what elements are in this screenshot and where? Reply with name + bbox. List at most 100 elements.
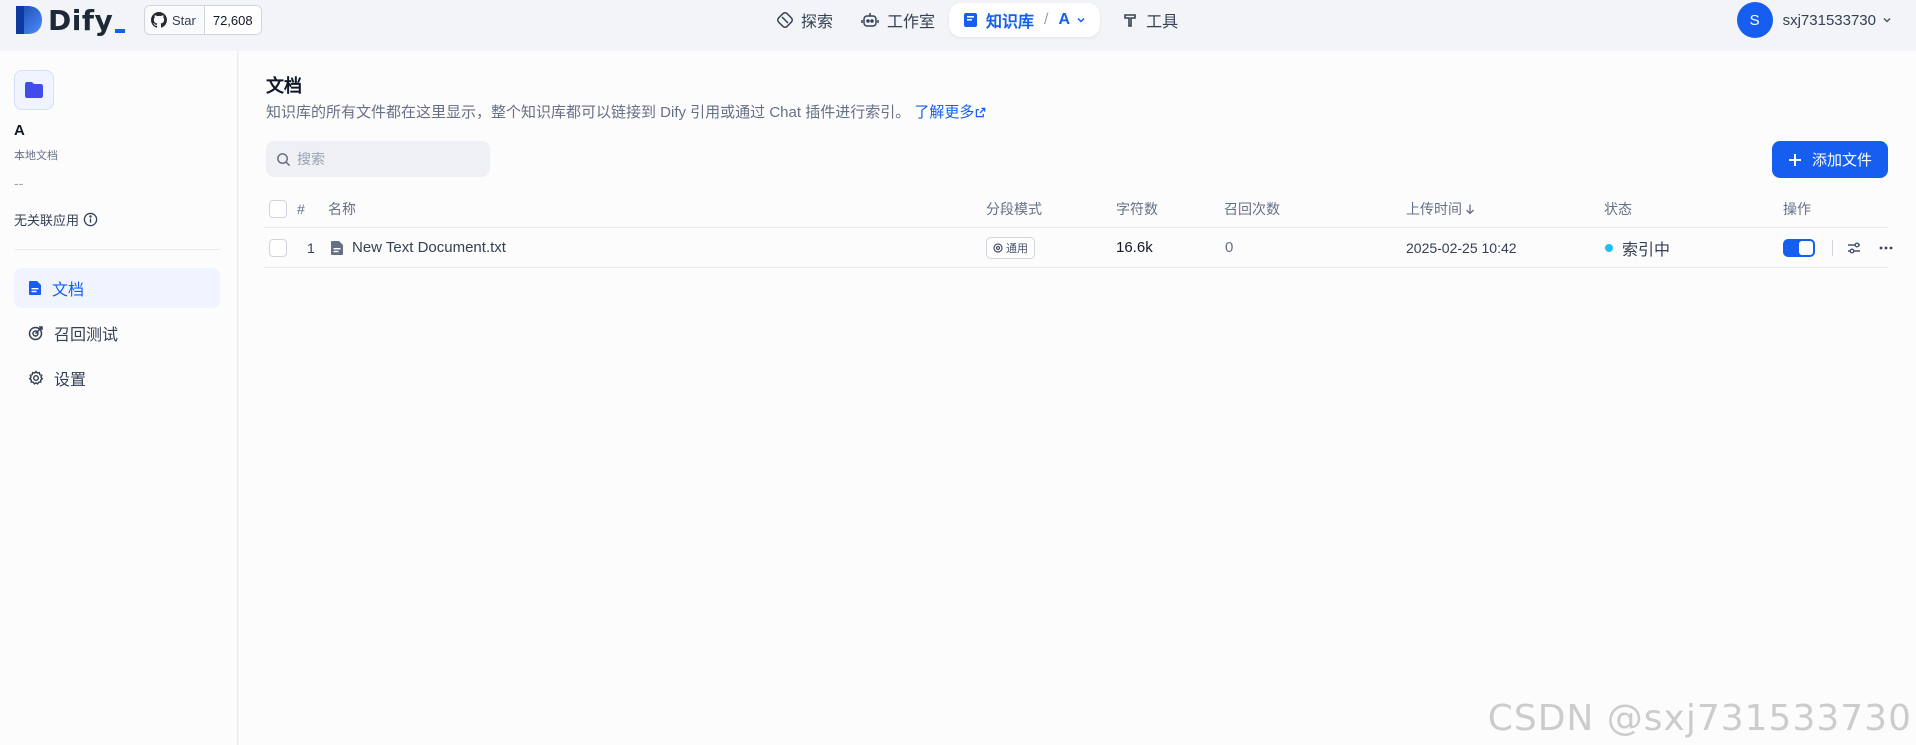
- nav-separator: /: [1044, 11, 1049, 28]
- status-badge: 索引中: [1622, 241, 1671, 259]
- status-indexing-dot: [1605, 243, 1613, 252]
- nav-tools-label: 工具: [1146, 14, 1179, 31]
- settings-sliders-icon[interactable]: [1846, 240, 1862, 256]
- page-title: 文档: [266, 76, 302, 96]
- dataset-name: A: [14, 122, 25, 139]
- nav-explore-label: 探索: [801, 14, 834, 31]
- add-file-button[interactable]: 添加文件: [1772, 141, 1888, 178]
- github-star-label-wrap[interactable]: Star: [145, 6, 205, 34]
- dataset-description: --: [14, 175, 24, 191]
- explore-icon: [777, 12, 793, 28]
- sort-down-icon[interactable]: [1464, 203, 1476, 215]
- sidebar-item-settings[interactable]: 设置: [14, 358, 220, 398]
- row-name-label: New Text Document.txt: [352, 239, 506, 256]
- actions-divider: [1832, 239, 1833, 256]
- documents-table: # 名称 分段模式 字符数 召回次数 上传时间 状态 操作 1 New Text…: [264, 191, 1893, 268]
- dify-logo[interactable]: Dify: [14, 3, 126, 37]
- segment-mode-badge: 通用: [986, 236, 1035, 259]
- select-all-checkbox[interactable]: [269, 200, 287, 218]
- github-star-button[interactable]: Star 72,608: [144, 5, 262, 35]
- col-status: 状态: [1604, 201, 1632, 217]
- text-file-icon: [331, 240, 343, 255]
- target-icon: [28, 326, 43, 341]
- search-icon: [277, 152, 291, 166]
- nav-explore[interactable]: 探索: [763, 3, 847, 37]
- github-icon: [151, 12, 167, 28]
- learn-more-label: 了解更多: [914, 104, 975, 121]
- sidebar: A 本地文档 -- 无关联应用 文档 召回测试 设置: [0, 51, 238, 745]
- col-uploaded-label: 上传时间: [1406, 201, 1462, 217]
- row-chars: 16.6k: [1116, 239, 1153, 256]
- chevron-down-icon[interactable]: [1076, 15, 1086, 25]
- learn-more-link[interactable]: 了解更多: [914, 104, 986, 121]
- page-description-text: 知识库的所有文件都在这里显示，整个知识库都可以链接到 Dify 引用或通过 Ch…: [266, 104, 911, 121]
- row-uploaded: 2025-02-25 10:42: [1406, 239, 1517, 256]
- book-icon: [964, 13, 978, 27]
- account-name[interactable]: sxj731533730: [1783, 12, 1876, 29]
- sidebar-item-label: 设置: [54, 372, 87, 389]
- plus-icon: [1788, 153, 1801, 166]
- col-uploaded[interactable]: 上传时间: [1406, 191, 1476, 227]
- dataset-type: 本地文档: [14, 150, 58, 162]
- logo-underscore: [115, 29, 126, 33]
- main-nav: 探索 工作室 知识库 / A 工具: [763, 3, 1192, 37]
- nav-knowledge-label: 知识库: [986, 14, 1035, 31]
- search-box[interactable]: [266, 141, 490, 177]
- row-mode: 通用: [986, 228, 1035, 267]
- gear-icon: [28, 370, 44, 385]
- linked-apps-label: 无关联应用: [14, 213, 80, 228]
- search-input[interactable]: [297, 151, 477, 167]
- page-description: 知识库的所有文件都在这里显示，整个知识库都可以链接到 Dify 引用或通过 Ch…: [266, 101, 986, 122]
- sidebar-item-label: 召回测试: [54, 327, 119, 344]
- row-hits: 0: [1225, 239, 1234, 256]
- table-header: # 名称 分段模式 字符数 召回次数 上传时间 状态 操作: [264, 191, 1888, 228]
- select-all-cell: [269, 191, 287, 227]
- document-icon: [29, 281, 41, 295]
- main-content: 文档 知识库的所有文件都在这里显示，整个知识库都可以链接到 Dify 引用或通过…: [239, 51, 1916, 745]
- linked-apps: 无关联应用: [14, 210, 98, 229]
- general-mode-icon: [993, 242, 1003, 253]
- avatar[interactable]: S: [1736, 2, 1773, 38]
- sidebar-item-label: 文档: [52, 282, 85, 299]
- col-hits: 召回次数: [1224, 201, 1280, 217]
- table-row[interactable]: 1 New Text Document.txt 通用 16.6k 0 2025-…: [264, 228, 1893, 268]
- top-bar: Dify Star 72,608 探索 工作室 知识库 / A 工具 S sxj…: [0, 0, 1916, 51]
- nav-dataset-name[interactable]: A: [1059, 11, 1071, 29]
- chevron-down-icon[interactable]: [1882, 15, 1892, 25]
- watermark: CSDN @sxj731533730: [1487, 698, 1912, 739]
- folder-icon: [25, 82, 43, 98]
- row-checkbox[interactable]: [269, 238, 287, 257]
- dify-logo-mark-icon: [16, 6, 42, 34]
- row-status: 索引中: [1605, 228, 1670, 267]
- col-actions: 操作: [1783, 201, 1811, 217]
- sidebar-item-hit-testing[interactable]: 召回测试: [14, 313, 220, 353]
- github-star-count: 72,608: [204, 6, 261, 34]
- nav-knowledge[interactable]: 知识库 / A: [949, 3, 1101, 37]
- logo-text: Dify: [48, 3, 114, 37]
- segment-mode-label: 通用: [1006, 242, 1028, 255]
- dataset-icon: [14, 70, 54, 110]
- external-link-icon: [976, 107, 986, 118]
- col-index: #: [297, 201, 305, 217]
- enable-toggle[interactable]: [1783, 238, 1815, 257]
- more-icon[interactable]: [1878, 240, 1894, 256]
- robot-icon: [861, 13, 879, 27]
- col-chars: 字符数: [1116, 201, 1158, 217]
- sidebar-nav: 文档 召回测试 设置: [14, 268, 220, 403]
- row-index: 1: [307, 239, 315, 256]
- row-name[interactable]: New Text Document.txt: [330, 228, 506, 267]
- sidebar-item-documents[interactable]: 文档: [14, 268, 220, 308]
- add-file-label: 添加文件: [1811, 152, 1872, 169]
- sidebar-divider: [14, 249, 220, 250]
- col-mode: 分段模式: [986, 201, 1042, 217]
- row-actions: [1783, 228, 1894, 267]
- row-select-cell: [269, 228, 287, 267]
- github-star-label: Star: [172, 12, 196, 28]
- nav-tools[interactable]: 工具: [1108, 3, 1192, 37]
- nav-studio-label: 工作室: [887, 14, 936, 31]
- account-menu[interactable]: S sxj731533730: [1736, 1, 1892, 39]
- info-icon[interactable]: [83, 212, 98, 227]
- hammer-icon: [1124, 14, 1136, 27]
- col-name: 名称: [328, 201, 356, 217]
- nav-studio[interactable]: 工作室: [847, 3, 949, 37]
